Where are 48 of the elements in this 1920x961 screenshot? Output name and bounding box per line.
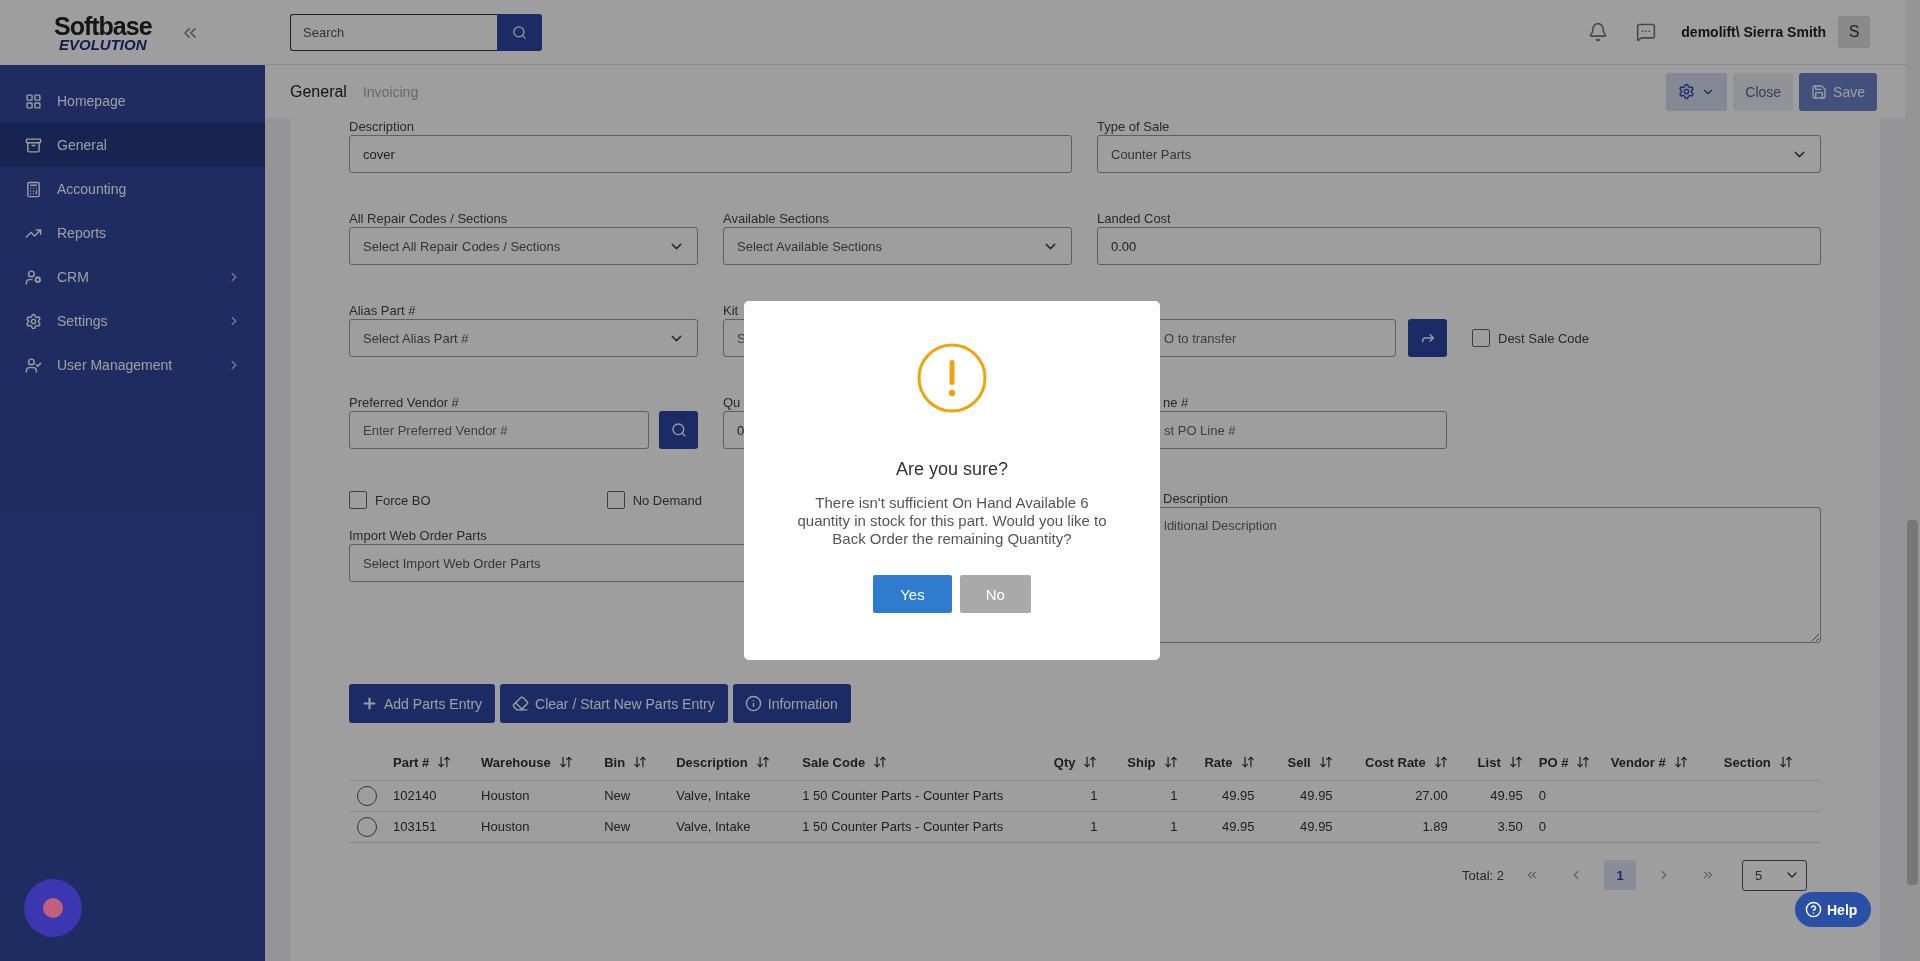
table-cell: 1 (1170, 819, 1178, 834)
field-label: Available Sections (723, 210, 829, 227)
select-placeholder: Select All Repair Codes / Sections (363, 238, 561, 254)
checkbox-label: No Demand (632, 492, 702, 508)
field-label: Landed Cost (1097, 210, 1171, 227)
table-cell: 49.95 (1490, 788, 1523, 803)
table-cell: 49.95 (1222, 788, 1255, 803)
table-cell: 0 (1538, 788, 1546, 803)
table-cell: 1 50 Counter Parts - Counter Parts (802, 819, 1004, 834)
field-label: Type of Sale (1097, 118, 1170, 135)
select-placeholder: Select Alias Part # (363, 330, 469, 346)
table-cell: New (604, 788, 631, 803)
field-label: Kit (723, 302, 739, 319)
table-cell: Houston (481, 788, 530, 803)
field-label: Description (1163, 490, 1229, 507)
field-label: All Repair Codes / Sections (349, 210, 508, 227)
table-cell: 1 (1090, 788, 1098, 803)
table-cell: 1 (1090, 819, 1098, 834)
table-cell: 3.50 (1497, 819, 1523, 834)
field-label: Qu (723, 394, 741, 411)
table-cell: 1 (1170, 788, 1178, 803)
select-placeholder: Counter Parts (1111, 146, 1192, 162)
field-label: Description (349, 118, 415, 135)
field-label: Import Web Order Parts (349, 527, 487, 544)
checkbox-label: Dest Sale Code (1498, 330, 1590, 346)
table-cell: New (604, 819, 631, 834)
dialog-title: Are you sure? (895, 459, 1009, 480)
table-cell: 1 50 Counter Parts - Counter Parts (802, 788, 1004, 803)
table-cell: 49.95 (1222, 819, 1255, 834)
table-cell: Houston (481, 819, 530, 834)
total-count: Total: 2 (1462, 867, 1504, 883)
table-cell: 27.00 (1415, 788, 1448, 803)
field-label: Alias Part # (349, 302, 416, 319)
checkbox-label: Force BO (375, 492, 431, 508)
table-cell: Valve, Intake (676, 819, 751, 834)
table-cell: 49.95 (1300, 788, 1333, 803)
table-cell: Valve, Intake (676, 788, 751, 803)
table-cell: 1.89 (1422, 819, 1448, 834)
table-cell: 49.95 (1300, 819, 1333, 834)
table-cell: 0 (1538, 819, 1546, 834)
select-placeholder: Select Available Sections (737, 238, 883, 254)
table-cell: 103151 (393, 819, 437, 834)
field-label: ne # (1163, 394, 1189, 411)
user-name: demolift\ Sierra Smith (1681, 24, 1826, 40)
table-cell: 102140 (393, 788, 437, 803)
select-placeholder: Select Import Web Order Parts (363, 555, 541, 571)
field-label: Preferred Vendor # (349, 394, 459, 411)
logo: Softbase EVOLUTION (54, 13, 152, 52)
